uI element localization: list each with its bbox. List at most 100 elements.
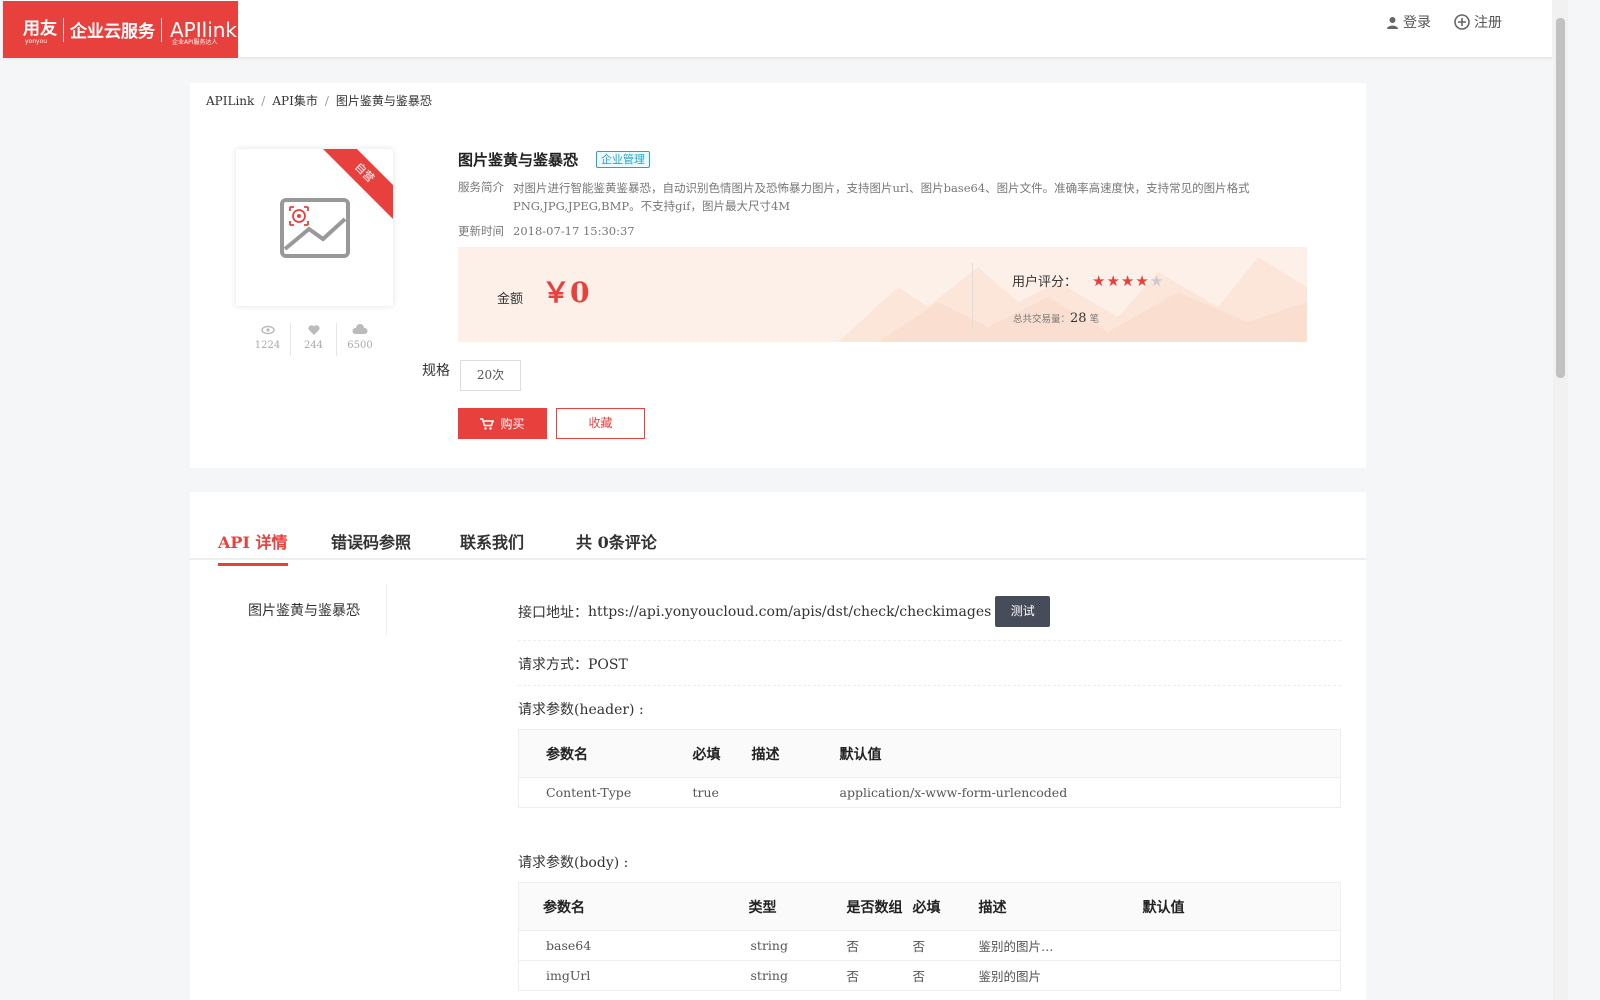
spec-label: 规格	[422, 363, 450, 379]
table-cell: base64	[518, 930, 749, 961]
tab-comments[interactable]: 共 0条评论	[576, 529, 657, 563]
tab-api-detail[interactable]: API 详情	[218, 529, 288, 566]
updated-value: 2018-07-17 15:30:37	[513, 224, 635, 238]
tab-contact[interactable]: 联系我们	[460, 529, 524, 563]
header-params-table: 参数名 必填 描述 默认值 Content-Type true applicat…	[518, 729, 1341, 808]
plus-circle-icon	[1454, 14, 1470, 30]
table-cell: 鉴别的图片	[978, 960, 1143, 991]
table-cell: application/x-www-form-urlencoded	[839, 777, 1341, 808]
column-header: 必填	[912, 882, 979, 931]
column-header: 类型	[748, 882, 847, 931]
price-divider	[972, 263, 973, 329]
favorite-button[interactable]: 收藏	[556, 408, 645, 439]
amount-value: ￥0	[542, 276, 590, 309]
table-cell: 否	[912, 960, 979, 991]
test-button[interactable]: 测试	[995, 596, 1051, 627]
request-method-row: 请求方式：POST	[518, 654, 628, 674]
tab-error-codes[interactable]: 错误码参照	[331, 529, 411, 563]
logo-separator	[161, 17, 162, 42]
logo-separator	[63, 17, 64, 42]
detail-tabs: API 详情 错误码参照 联系我们 共 0条评论	[190, 492, 1366, 566]
breadcrumb-current: 图片鉴黄与鉴暴恐	[335, 94, 432, 108]
views-stat: 1224	[245, 323, 291, 356]
eye-icon	[261, 325, 275, 335]
calls-stat: 6500	[337, 323, 383, 356]
service-intro: 服务简介 对图片进行智能鉴黄鉴暴恐，自动识别色情图片及恐怖暴力图片，支持图片ur…	[458, 179, 1278, 215]
body-params-table: 参数名 类型 是否数组 必填 描述 默认值 base64 string 否 否 …	[518, 882, 1341, 991]
heart-icon	[308, 325, 320, 335]
column-header: 默认值	[1142, 882, 1341, 931]
table-cell: true	[692, 777, 752, 808]
buy-button[interactable]: 购买	[458, 408, 547, 439]
rating-label: 用户评分：	[1012, 275, 1078, 290]
sidebar-divider	[386, 584, 387, 636]
scrollbar-thumb[interactable]	[1556, 18, 1565, 378]
rating-stars: ★ ★ ★ ★ ★	[1092, 273, 1164, 289]
table-cell: imgUrl	[518, 960, 749, 991]
method-label: 请求方式：	[518, 657, 588, 673]
column-header: 是否数组	[846, 882, 913, 931]
api-address-row: 接口地址： https://api.yonyoucloud.com/apis/d…	[518, 596, 1051, 627]
header-params-title: 请求参数(header) :	[518, 702, 644, 718]
table-cell: 鉴别的图片…	[978, 930, 1143, 961]
logo-service: 企业云服务	[70, 22, 155, 42]
table-cell: string	[748, 960, 847, 991]
address-label: 接口地址：	[518, 604, 588, 621]
image-placeholder-icon	[280, 198, 350, 258]
updated-label: 更新时间	[458, 224, 504, 238]
star-filled-icon: ★	[1092, 272, 1106, 290]
cart-icon	[480, 417, 495, 430]
table-cell: 否	[846, 960, 913, 991]
spec-option-button[interactable]: 20次	[460, 360, 521, 391]
body-params-title: 请求参数(body) :	[518, 855, 629, 871]
product-thumbnail: 自营	[236, 149, 393, 306]
register-link[interactable]: 注册	[1454, 12, 1502, 32]
update-time: 更新时间 2018-07-17 15:30:37	[458, 223, 635, 239]
product-stats: 1224 244 6500	[245, 323, 383, 356]
breadcrumb-api-market[interactable]: API集市	[272, 94, 317, 108]
category-tag[interactable]: 企业管理	[596, 151, 651, 168]
intro-text: 对图片进行智能鉴黄鉴暴恐，自动识别色情图片及恐怖暴力图片，支持图片url、图片b…	[513, 181, 1250, 213]
product-title-row: 图片鉴黄与鉴暴恐 企业管理	[458, 149, 651, 170]
row-divider	[518, 685, 1341, 686]
likes-stat: 244	[291, 323, 337, 356]
table-cell: 否	[912, 930, 979, 961]
column-header: 描述	[978, 882, 1143, 931]
breadcrumb: APILink / API集市 / 图片鉴黄与鉴暴恐	[206, 94, 432, 108]
row-divider	[518, 640, 1341, 641]
column-header: 参数名	[518, 729, 693, 778]
login-link[interactable]: 登录	[1386, 12, 1431, 32]
logo-apilink: APIlink 企业API服务达人	[170, 17, 238, 46]
brand-logo[interactable]: 用友 yonyou 企业云服务 APIlink 企业API服务达人	[3, 1, 238, 58]
table-cell	[751, 777, 840, 808]
sidebar-item-api[interactable]: 图片鉴黄与鉴暴恐	[248, 600, 360, 620]
table-cell: string	[748, 930, 847, 961]
table-row: base64 string 否 否 鉴别的图片…	[518, 930, 1341, 961]
table-cell: 否	[846, 930, 913, 961]
column-header: 参数名	[518, 882, 749, 931]
column-header: 默认值	[839, 729, 1341, 778]
cloud-icon	[352, 324, 368, 334]
table-row: Content-Type true application/x-www-form…	[518, 777, 1341, 808]
method-value: POST	[588, 657, 628, 673]
intro-label: 服务简介	[458, 180, 504, 194]
column-header: 必填	[692, 729, 752, 778]
star-filled-icon: ★	[1135, 272, 1149, 290]
table-cell: Content-Type	[518, 777, 693, 808]
price-panel: 金额 ￥0 用户评分： ★ ★ ★ ★ ★ 总共交易量：28 笔	[458, 247, 1307, 342]
column-header: 描述	[751, 729, 840, 778]
amount-label: 金额	[497, 292, 524, 307]
page-scrollbar[interactable]	[1553, 0, 1568, 1000]
product-title: 图片鉴黄与鉴暴恐	[458, 151, 579, 169]
trade-volume: 总共交易量：28 笔	[1013, 311, 1100, 326]
star-empty-icon: ★	[1149, 272, 1164, 290]
user-icon	[1387, 16, 1398, 29]
table-header-row: 参数名 必填 描述 默认值	[518, 729, 1341, 778]
table-row: imgUrl string 否 否 鉴别的图片	[518, 960, 1341, 991]
breadcrumb-apilink[interactable]: APILink	[206, 94, 254, 108]
top-navbar: 用友 yonyou 企业云服务 APIlink 企业API服务达人 登录 注册	[3, 0, 1552, 58]
address-value: https://api.yonyoucloud.com/apis/dst/che…	[588, 603, 992, 620]
table-header-row: 参数名 类型 是否数组 必填 描述 默认值	[518, 882, 1341, 931]
table-cell	[1142, 960, 1341, 991]
table-cell	[1142, 930, 1341, 961]
